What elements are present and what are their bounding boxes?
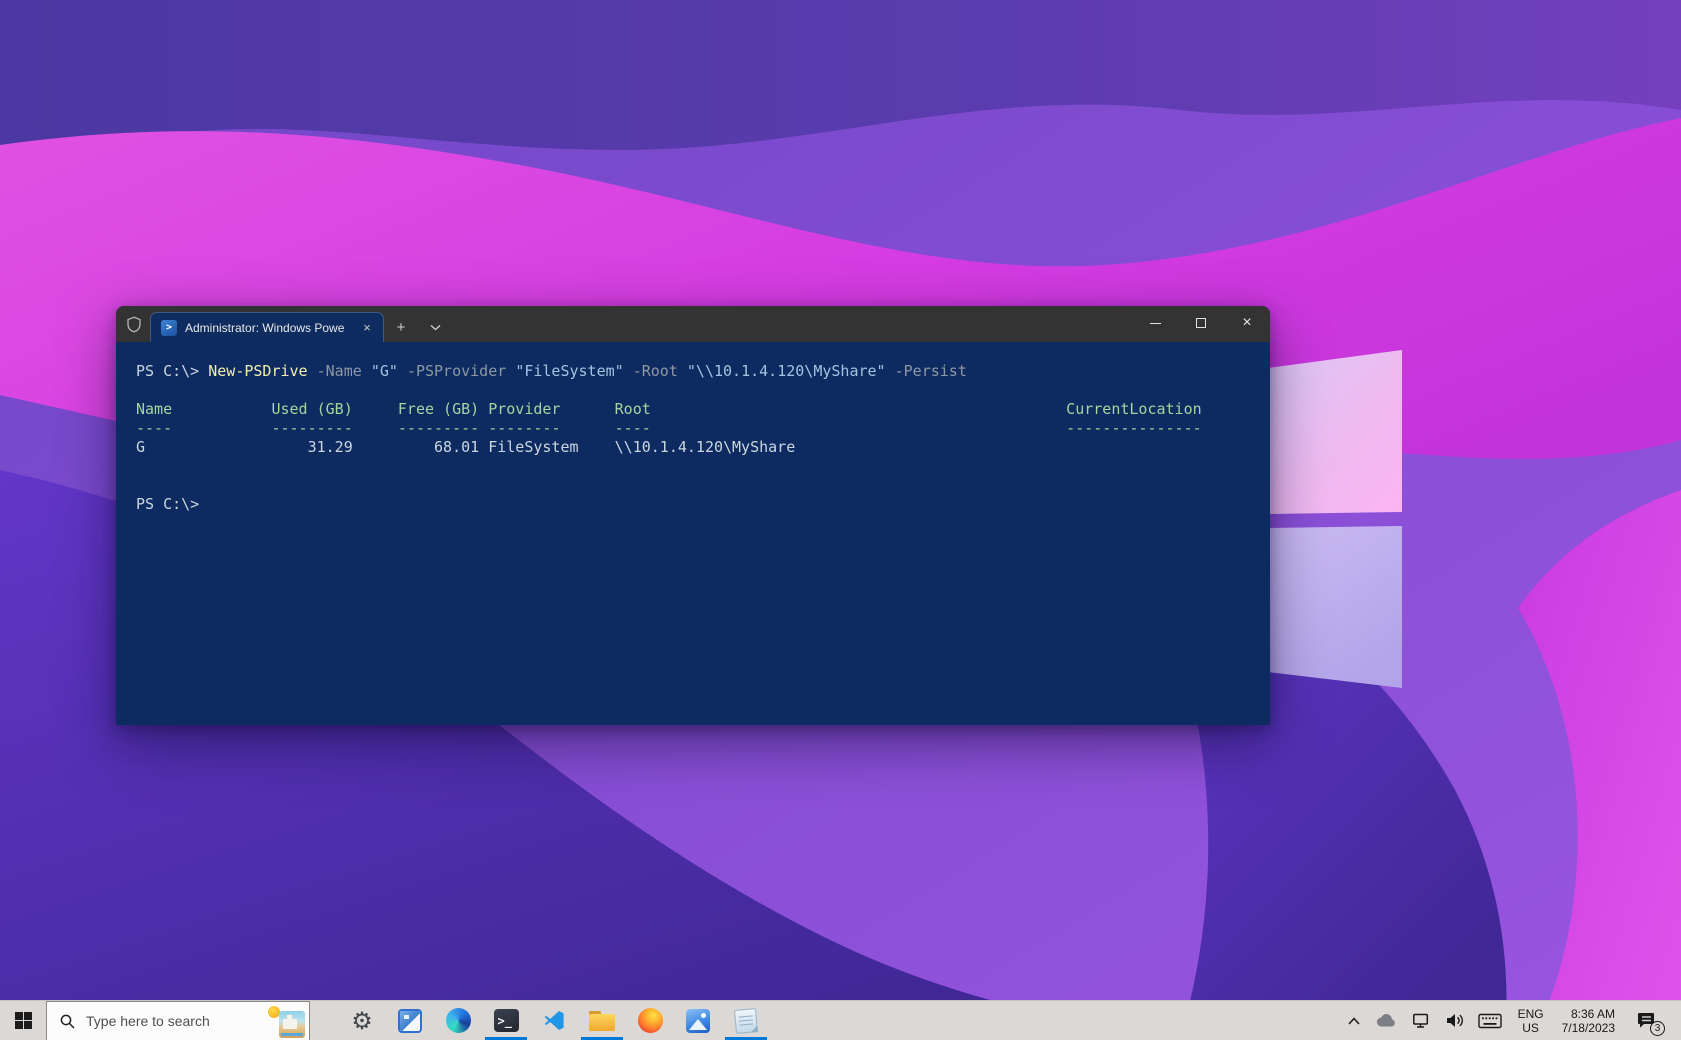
notepad-app-button[interactable] bbox=[722, 1001, 770, 1040]
file-explorer-icon bbox=[589, 1011, 615, 1031]
action-center-button[interactable]: 3 bbox=[1628, 1001, 1667, 1040]
language-code: ENG bbox=[1518, 1007, 1544, 1021]
edge-icon bbox=[446, 1008, 471, 1033]
chevron-up-icon bbox=[1347, 1016, 1361, 1026]
date: 7/18/2023 bbox=[1562, 1021, 1615, 1035]
close-button[interactable]: × bbox=[1224, 306, 1270, 340]
clock[interactable]: 8:36 AM 7/18/2023 bbox=[1553, 1007, 1624, 1035]
minimize-button[interactable] bbox=[1132, 306, 1178, 340]
daily-image-thumbnail bbox=[279, 1011, 305, 1038]
search-input[interactable] bbox=[86, 1013, 267, 1029]
terminal-line: Name Used (GB) Free (GB) Provider Root C… bbox=[136, 400, 1262, 419]
file-explorer-app-button[interactable] bbox=[578, 1001, 626, 1040]
terminal-tab[interactable]: > Administrator: Windows Powe × bbox=[150, 312, 384, 342]
notification-count-badge: 3 bbox=[1650, 1021, 1665, 1036]
language-region: US bbox=[1518, 1021, 1544, 1035]
tab-close-icon[interactable]: × bbox=[357, 318, 377, 338]
terminal-line bbox=[136, 476, 1262, 495]
windows-start-icon bbox=[15, 1012, 32, 1029]
onedrive-cloud-icon bbox=[1375, 1013, 1397, 1029]
photos-icon bbox=[686, 1009, 710, 1033]
titlebar-drag-region[interactable] bbox=[452, 306, 1132, 342]
network-tray-button[interactable] bbox=[1404, 1001, 1438, 1040]
tab-dropdown-button[interactable] bbox=[418, 312, 452, 342]
terminal-line bbox=[136, 381, 1262, 400]
maximize-icon bbox=[1196, 318, 1206, 328]
edge-app-button[interactable] bbox=[434, 1001, 482, 1040]
terminal-line: ---- --------- --------- -------- ---- -… bbox=[136, 419, 1262, 438]
maximize-button[interactable] bbox=[1178, 306, 1224, 340]
touch-keyboard-icon bbox=[1478, 1013, 1502, 1029]
language-indicator[interactable]: ENG US bbox=[1509, 1007, 1553, 1035]
vscode-app-button[interactable] bbox=[530, 1001, 578, 1040]
system-tray: ENG US 8:36 AM 7/18/2023 3 bbox=[1340, 1001, 1681, 1040]
close-icon: × bbox=[1242, 315, 1251, 331]
touch-keyboard-tray-button[interactable] bbox=[1471, 1001, 1509, 1040]
tab-title: Administrator: Windows Powe bbox=[185, 321, 349, 335]
terminal-window: > Administrator: Windows Powe × + × PS C… bbox=[116, 306, 1270, 725]
network-icon bbox=[1411, 1012, 1431, 1029]
windows-terminal-icon: >_ bbox=[494, 1009, 519, 1032]
search-icon bbox=[59, 1013, 76, 1030]
firefox-app-button[interactable] bbox=[626, 1001, 674, 1040]
chevron-down-icon bbox=[430, 324, 441, 331]
new-tab-button[interactable]: + bbox=[384, 312, 418, 342]
notepad-icon bbox=[734, 1008, 758, 1034]
terminal-line bbox=[136, 457, 1262, 476]
volume-tray-button[interactable] bbox=[1438, 1001, 1471, 1040]
terminal-line: G 31.29 68.01 FileSystem \\10.1.4.120\My… bbox=[136, 438, 1262, 457]
terminal-line: PS C:\> New-PSDrive -Name "G" -PSProvide… bbox=[136, 362, 1262, 381]
time: 8:36 AM bbox=[1562, 1007, 1615, 1021]
gear-icon: ⚙ bbox=[351, 1009, 373, 1033]
powershell-icon: > bbox=[161, 320, 177, 336]
start-button[interactable] bbox=[0, 1001, 46, 1040]
desktop: > Administrator: Windows Powe × + × PS C… bbox=[0, 0, 1681, 1040]
taskbar: ⚙ >_ bbox=[0, 1000, 1681, 1040]
minimize-icon bbox=[1150, 323, 1161, 324]
photos-app-button[interactable] bbox=[674, 1001, 722, 1040]
media-app-button[interactable] bbox=[386, 1001, 434, 1040]
media-app-icon bbox=[398, 1009, 422, 1033]
settings-app-button[interactable]: ⚙ bbox=[338, 1001, 386, 1040]
search-highlights-image[interactable] bbox=[267, 1004, 305, 1038]
show-hidden-icons-button[interactable] bbox=[1340, 1001, 1368, 1040]
pinned-apps: ⚙ >_ bbox=[338, 1001, 770, 1040]
firefox-icon bbox=[638, 1008, 663, 1033]
terminal-content[interactable]: PS C:\> New-PSDrive -Name "G" -PSProvide… bbox=[116, 342, 1270, 514]
onedrive-tray-button[interactable] bbox=[1368, 1001, 1404, 1040]
speaker-icon bbox=[1445, 1012, 1464, 1029]
terminal-tab-bar: > Administrator: Windows Powe × + × bbox=[116, 306, 1270, 342]
windows-terminal-app-button[interactable]: >_ bbox=[482, 1001, 530, 1040]
search-box bbox=[46, 1001, 310, 1040]
vscode-icon bbox=[542, 1009, 566, 1033]
terminal-line: PS C:\> bbox=[136, 495, 1262, 514]
admin-shield-icon bbox=[126, 316, 142, 333]
